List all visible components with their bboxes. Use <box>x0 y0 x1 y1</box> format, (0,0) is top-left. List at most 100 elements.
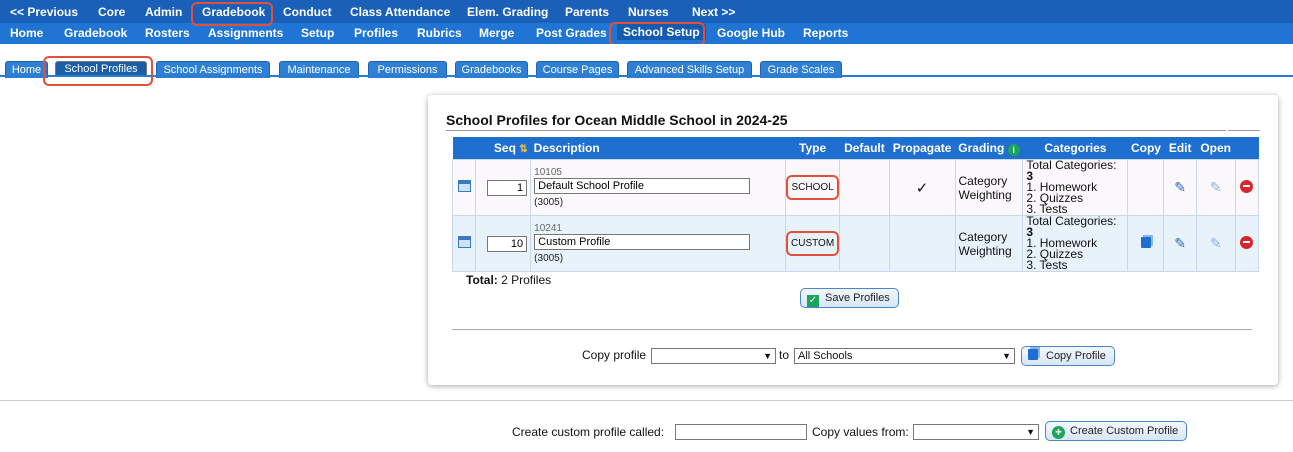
row-type-cell: CUSTOM <box>784 215 841 272</box>
row-open-cell: ✎ <box>1195 159 1236 216</box>
type-badge: CUSTOM <box>786 231 840 256</box>
row-seq-cell <box>475 159 532 216</box>
copy-icon <box>1028 349 1038 360</box>
table-header: Seq ⇅ Description Type Default Propagate… <box>452 137 1259 160</box>
subnav-setup[interactable]: Setup <box>301 26 334 40</box>
row-propagate-cell: ✓ <box>888 159 956 216</box>
col-grading-label: Grading <box>958 140 1005 155</box>
sub-nav: Home Gradebook Rosters Assignments Setup… <box>0 23 1293 44</box>
copy-profile-btn-label: Copy Profile <box>1046 350 1106 362</box>
delete-icon[interactable] <box>1240 235 1254 249</box>
save-profiles-button[interactable]: ✓ Save Profiles <box>800 288 899 308</box>
col-description: Description <box>530 137 786 160</box>
table-row: 10241 (3005) CUSTOM CategoryWeighting To… <box>451 214 1260 272</box>
create-custom-profile-button[interactable]: + Create Custom Profile <box>1045 421 1188 441</box>
seq-input[interactable] <box>487 235 528 252</box>
col-seq[interactable]: Seq ⇅ <box>475 137 531 160</box>
total-count: Total: 2 Profiles <box>466 273 551 287</box>
copy-to-select[interactable]: All Schools ▼ <box>794 348 1015 364</box>
copy-icon[interactable] <box>1140 236 1151 248</box>
tab-underline <box>0 75 1293 77</box>
nav-conduct[interactable]: Conduct <box>283 5 332 19</box>
col-default: Default <box>839 137 890 160</box>
copy-values-select[interactable]: ▼ <box>913 424 1039 440</box>
subnav-profiles[interactable]: Profiles <box>354 26 398 40</box>
row-edit-cell: ✎ <box>1163 215 1197 272</box>
profile-count: (3005) <box>534 197 564 208</box>
nav-core[interactable]: Core <box>98 5 125 19</box>
nav-next[interactable]: Next >> <box>692 5 735 19</box>
col-copy: Copy <box>1127 137 1164 160</box>
row-seq-cell <box>475 215 532 272</box>
grading-line2: Weighting <box>958 187 1012 202</box>
nav-gradebook[interactable]: Gradebook <box>202 5 265 19</box>
row-calendar-cell <box>451 159 477 216</box>
delete-icon[interactable] <box>1240 179 1254 193</box>
nav-admin[interactable]: Admin <box>145 5 182 19</box>
row-delete-cell <box>1234 215 1260 272</box>
row-calendar-cell <box>451 215 477 272</box>
seq-input[interactable] <box>487 179 528 196</box>
chevron-down-icon: ▼ <box>1002 351 1011 361</box>
row-copy-cell <box>1127 159 1165 216</box>
subnav-gradebook[interactable]: Gradebook <box>64 26 127 40</box>
col-open: Open <box>1196 137 1236 160</box>
description-input[interactable] <box>534 234 751 250</box>
profiles-table: Seq ⇅ Description Type Default Propagate… <box>451 137 1260 272</box>
row-default-cell <box>839 159 890 216</box>
sort-icon[interactable]: ⇅ <box>519 144 527 155</box>
copy-profile-label: Copy profile <box>582 348 647 362</box>
total-label: Total: <box>466 273 498 287</box>
row-delete-cell <box>1234 159 1260 216</box>
nav-parents[interactable]: Parents <box>565 5 609 19</box>
chevron-down-icon: ▼ <box>763 351 772 361</box>
description-input[interactable] <box>534 178 751 194</box>
check-icon: ✓ <box>915 179 929 197</box>
nav-previous[interactable]: << Previous <box>10 5 78 19</box>
row-grading-cell: Category Weighting <box>954 159 1024 216</box>
calendar-icon[interactable] <box>457 180 471 192</box>
subnav-school-setup[interactable]: School Setup <box>617 24 706 40</box>
row-categories-cell: Total Categories: 3 1. Homework 2. Quizz… <box>1022 214 1129 272</box>
copy-profile-button[interactable]: Copy Profile <box>1021 346 1115 366</box>
copy-values-label: Copy values from: <box>812 425 909 439</box>
row-type-cell: SCHOOL <box>784 159 841 216</box>
grading-line2: Weighting <box>958 243 1012 258</box>
edit-icon[interactable]: ✎ <box>1174 179 1186 195</box>
subnav-reports[interactable]: Reports <box>803 26 848 40</box>
nav-nurses[interactable]: Nurses <box>628 5 669 19</box>
grading-line1: Category <box>958 229 1008 244</box>
col-icon <box>452 137 476 160</box>
col-edit: Edit <box>1163 137 1197 160</box>
subnav-google-hub[interactable]: Google Hub <box>717 26 785 40</box>
subnav-post-grades[interactable]: Post Grades <box>536 26 607 40</box>
subnav-home[interactable]: Home <box>10 26 43 40</box>
nav-class-attendance[interactable]: Class Attendance <box>350 5 450 19</box>
plus-icon: + <box>1052 426 1065 439</box>
open-icon[interactable]: ✎ <box>1210 179 1222 195</box>
subnav-rosters[interactable]: Rosters <box>145 26 190 40</box>
subnav-assignments[interactable]: Assignments <box>208 26 283 40</box>
page-title: School Profiles for Ocean Middle School … <box>446 112 788 128</box>
calendar-icon[interactable] <box>457 236 471 248</box>
info-icon[interactable]: i <box>1007 143 1020 156</box>
profiles-panel: School Profiles for Ocean Middle School … <box>428 95 1278 385</box>
row-propagate-cell <box>888 215 956 272</box>
row-desc-cell: 10105 (3005) <box>530 159 786 216</box>
profile-code: 10105 <box>534 167 562 178</box>
nav-elem-grading[interactable]: Elem. Grading <box>467 5 548 19</box>
copy-profile-select[interactable]: ▼ <box>651 348 776 364</box>
custom-profile-name-input[interactable] <box>675 424 807 440</box>
save-profiles-label: Save Profiles <box>825 292 890 304</box>
subnav-merge[interactable]: Merge <box>479 26 514 40</box>
open-icon[interactable]: ✎ <box>1210 235 1222 251</box>
row-grading-cell: Category Weighting <box>954 215 1024 272</box>
cat-total-label: Total Categories: <box>1026 214 1117 228</box>
type-badge: SCHOOL <box>786 175 839 200</box>
row-default-cell <box>839 215 890 272</box>
col-grading: Grading i <box>955 137 1023 160</box>
cat-item: 3. Tests <box>1026 258 1068 272</box>
copy-to-value: All Schools <box>798 350 853 362</box>
subnav-rubrics[interactable]: Rubrics <box>417 26 462 40</box>
edit-icon[interactable]: ✎ <box>1174 235 1186 251</box>
